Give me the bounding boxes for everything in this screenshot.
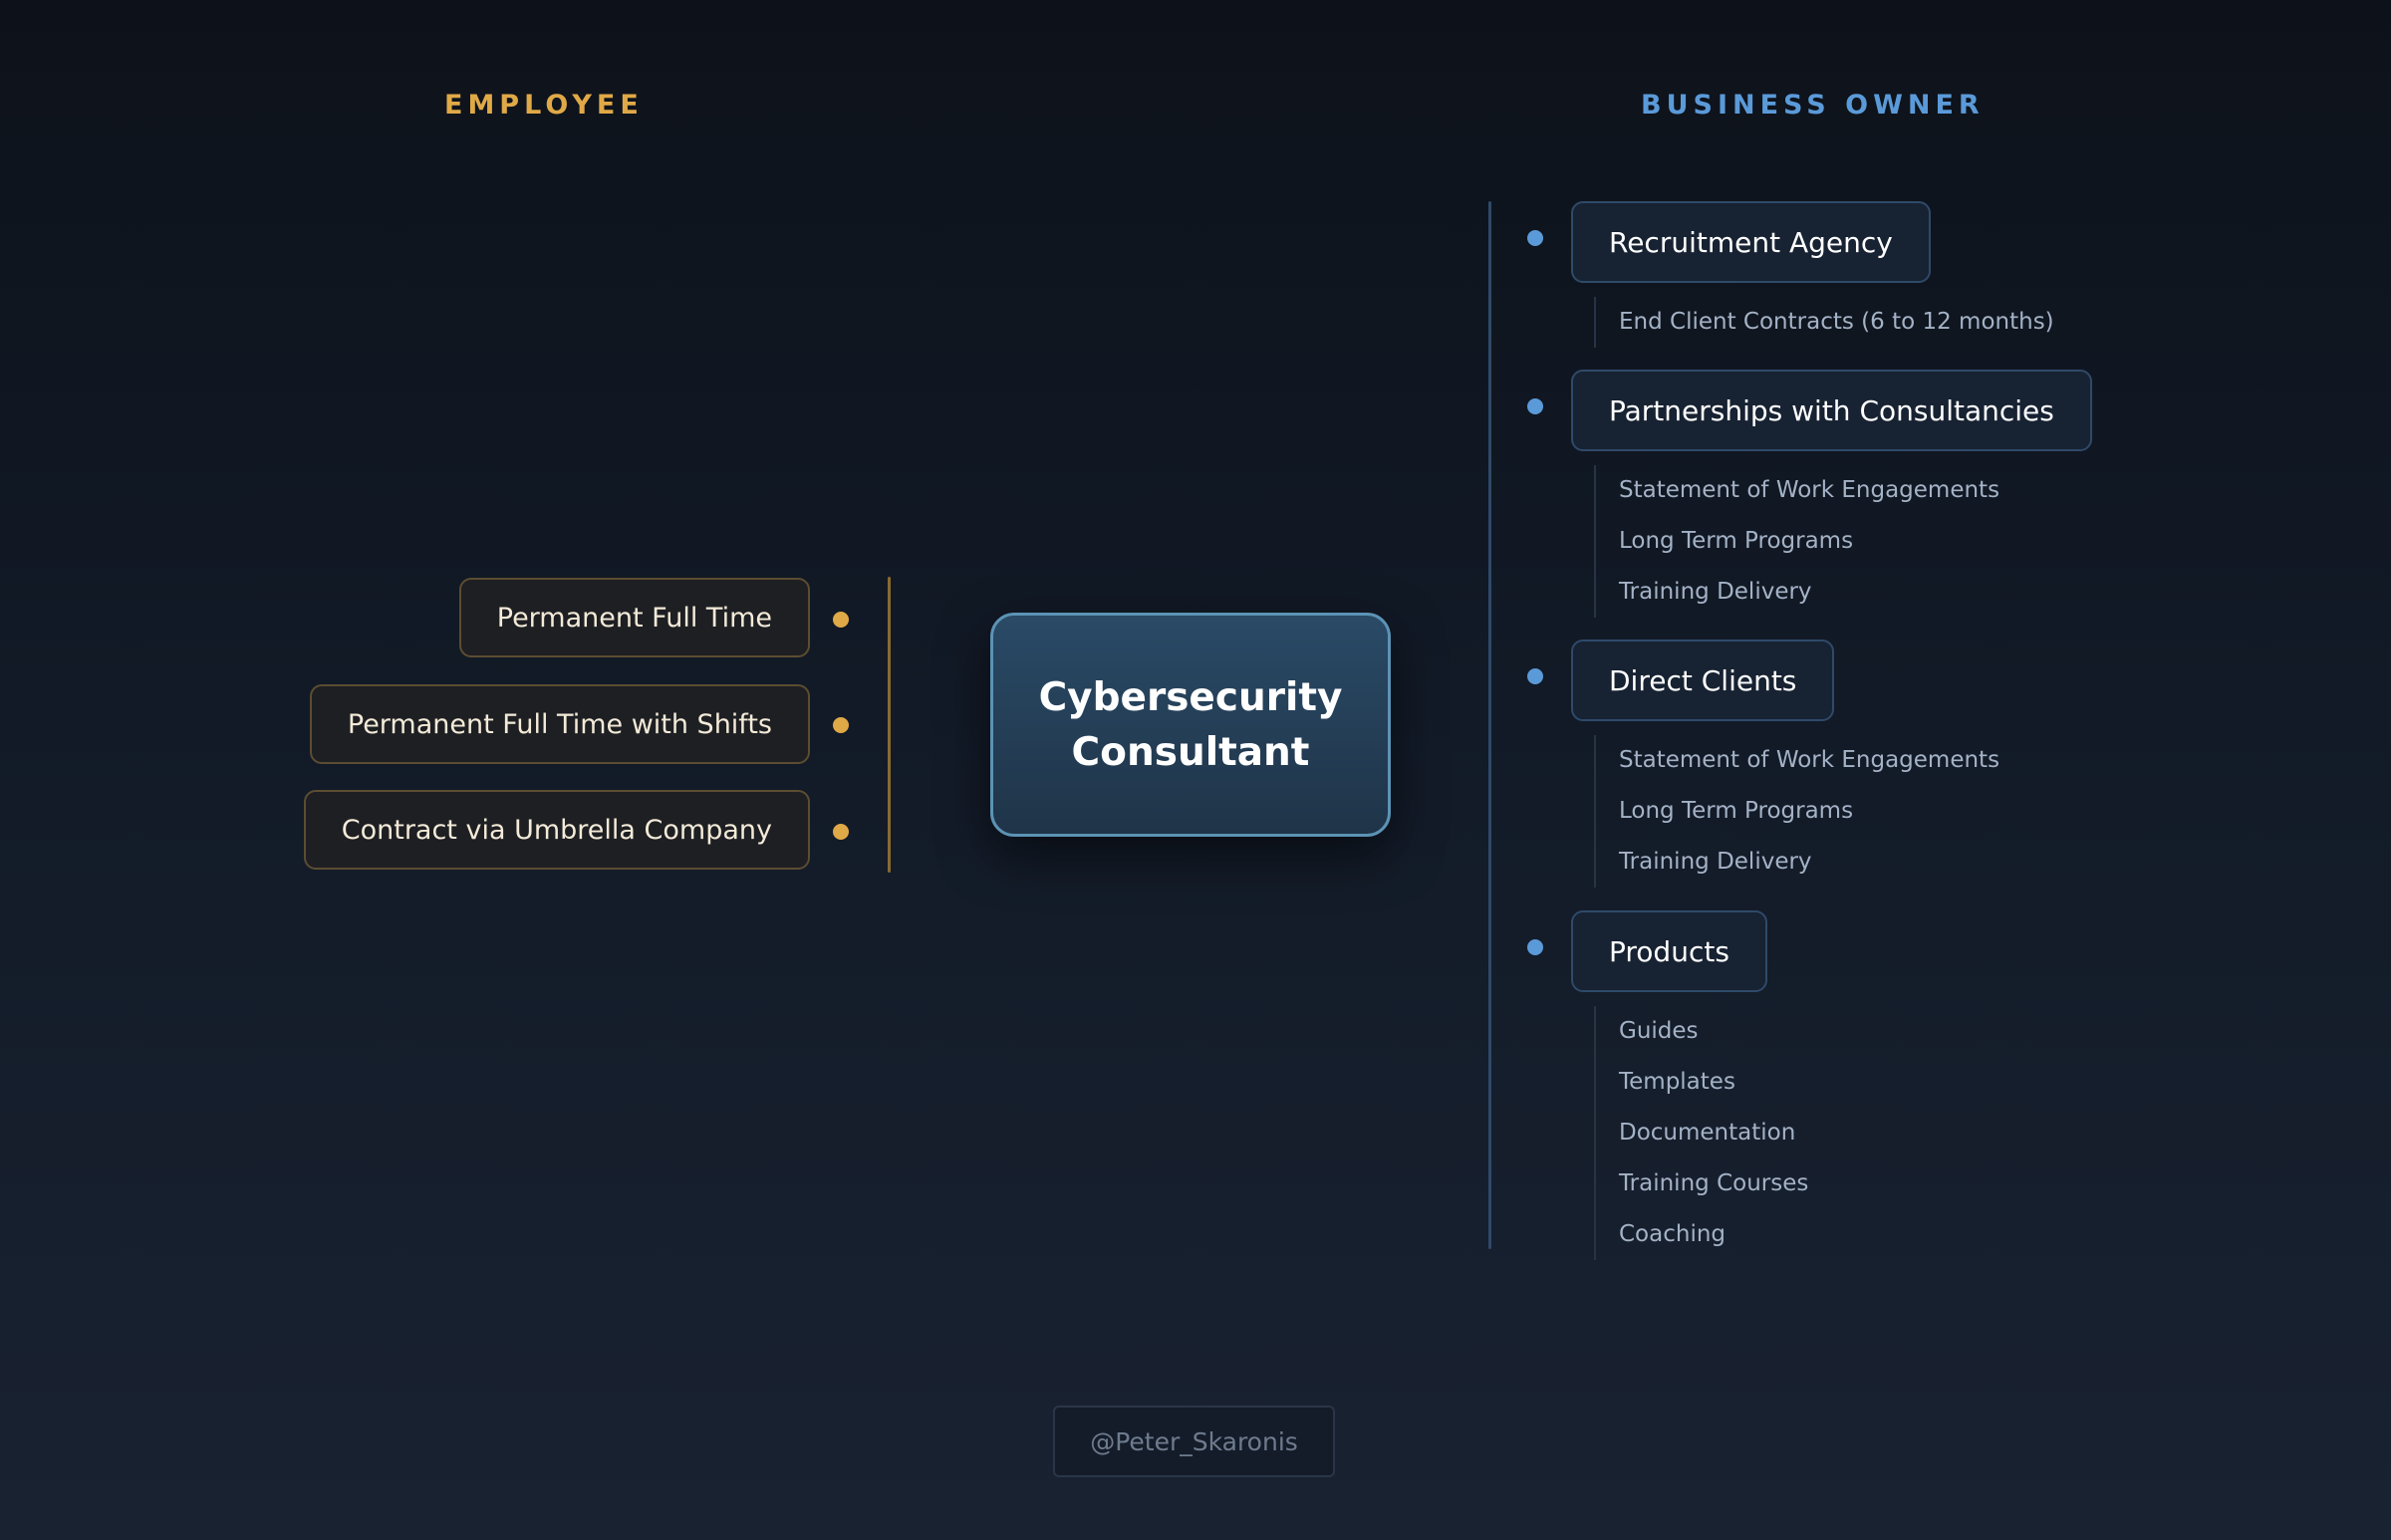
list-item: Statement of Work Engagements (1619, 477, 2000, 503)
employee-option-permanent-full-time: Permanent Full Time (458, 578, 810, 657)
list-item: Training Delivery (1619, 849, 1812, 875)
owner-group-bullet (1527, 230, 1543, 246)
employee-connector-line (888, 577, 891, 873)
author-credit: @Peter_Skaronis (1053, 1406, 1335, 1477)
employee-option-permanent-full-time-shifts: Permanent Full Time with Shifts (309, 684, 810, 764)
list-item: Training Courses (1619, 1170, 1809, 1196)
owner-group-items: Statement of Work Engagements Long Term … (1594, 465, 1999, 618)
list-item: Statement of Work Engagements (1619, 747, 2000, 773)
central-node: Cybersecurity Consultant (990, 613, 1391, 837)
owner-group-label: Partnerships with Consultancies (1571, 370, 2092, 451)
owner-group-bullet (1527, 668, 1543, 684)
owner-group-items: Statement of Work Engagements Long Term … (1594, 735, 1999, 888)
owner-group-label: Products (1571, 910, 1767, 992)
employee-option-bullet (833, 612, 849, 628)
owner-group-label: Direct Clients (1571, 640, 1835, 721)
list-item: Training Delivery (1619, 579, 1812, 605)
list-item: Documentation (1619, 1120, 1796, 1146)
owner-group-items: Guides Templates Documentation Training … (1594, 1006, 1808, 1260)
owner-group-items: End Client Contracts (6 to 12 months) (1594, 297, 2054, 348)
owner-group-bullet (1527, 939, 1543, 955)
list-item: End Client Contracts (6 to 12 months) (1619, 309, 2054, 335)
employee-heading: EMPLOYEE (444, 90, 644, 121)
employee-option-bullet (833, 717, 849, 733)
list-item: Guides (1619, 1018, 1699, 1044)
business-owner-connector-line (1488, 201, 1491, 1249)
list-item: Coaching (1619, 1221, 1727, 1247)
list-item: Templates (1619, 1069, 1735, 1095)
list-item: Long Term Programs (1619, 798, 1854, 824)
owner-group-bullet (1527, 398, 1543, 414)
list-item: Long Term Programs (1619, 528, 1854, 554)
employee-option-bullet (833, 824, 849, 840)
business-owner-heading: BUSINESS OWNER (1641, 90, 1985, 121)
central-node-title: Cybersecurity Consultant (1038, 674, 1343, 775)
employee-option-umbrella-contract: Contract via Umbrella Company (303, 790, 810, 870)
owner-group-label: Recruitment Agency (1571, 201, 1931, 283)
